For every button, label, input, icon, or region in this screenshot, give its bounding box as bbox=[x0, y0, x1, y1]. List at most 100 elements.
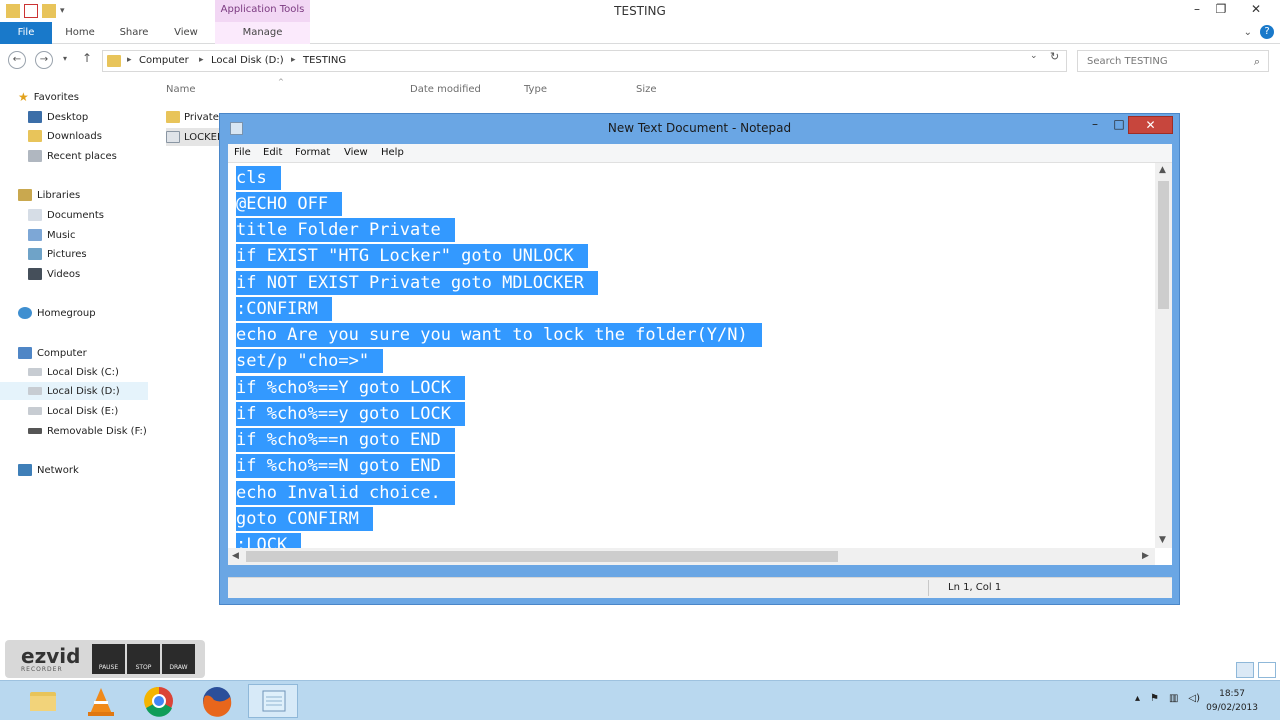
crumb-testing[interactable]: TESTING bbox=[303, 55, 346, 66]
minimize-button[interactable]: – bbox=[1184, 0, 1210, 20]
help-icon[interactable]: ? bbox=[1260, 25, 1274, 39]
nav-music[interactable]: Music bbox=[28, 226, 75, 244]
scroll-up-icon[interactable]: ▲ bbox=[1159, 165, 1166, 175]
menu-file[interactable]: File bbox=[234, 147, 251, 158]
notepad-status-bar: Ln 1, Col 1 bbox=[228, 577, 1172, 598]
flag-icon[interactable]: ⚑ bbox=[1150, 693, 1159, 704]
nav-homegroup[interactable]: Homegroup bbox=[18, 304, 96, 322]
documents-icon bbox=[28, 209, 42, 221]
code-line: if %cho%==y goto LOCK bbox=[236, 402, 465, 426]
details-view-button[interactable] bbox=[1236, 662, 1254, 678]
tab-file[interactable]: File bbox=[0, 22, 52, 44]
nav-favorites[interactable]: ★ Favorites bbox=[18, 88, 79, 106]
nav-local-disk-d[interactable]: Local Disk (D:) bbox=[0, 382, 148, 400]
notepad-close-button[interactable]: ✕ bbox=[1128, 116, 1173, 134]
navigation-pane: ★ Favorites Desktop Downloads Recent pla… bbox=[0, 80, 150, 680]
nav-documents[interactable]: Documents bbox=[28, 206, 104, 224]
scroll-down-icon[interactable]: ▼ bbox=[1159, 535, 1166, 545]
desktop-icon bbox=[28, 111, 42, 123]
crumb-separator[interactable]: ▸ bbox=[199, 55, 204, 65]
notepad-text-area[interactable]: cls @ECHO OFF title Folder Private if EX… bbox=[228, 163, 1172, 565]
code-line: if NOT EXIST Private goto MDLOCKER bbox=[236, 271, 598, 295]
draw-button[interactable]: DRAW bbox=[162, 644, 195, 674]
notepad-title: New Text Document - Notepad bbox=[607, 121, 792, 135]
stop-button[interactable]: STOP bbox=[127, 644, 160, 674]
scroll-right-icon[interactable]: ▶ bbox=[1142, 551, 1149, 561]
crumb-computer[interactable]: Computer bbox=[139, 55, 189, 66]
nav-recent-places[interactable]: Recent places bbox=[28, 147, 117, 165]
chrome-taskbar-button[interactable] bbox=[134, 684, 184, 718]
menu-view[interactable]: View bbox=[344, 147, 368, 158]
address-row: ← → ▾ ↑ ▸ Computer ▸ Local Disk (D:) ▸ T… bbox=[0, 46, 1280, 76]
usb-drive-icon bbox=[28, 428, 42, 434]
notepad-taskbar-button[interactable] bbox=[248, 684, 298, 718]
nav-libraries[interactable]: Libraries bbox=[18, 186, 80, 204]
notepad-window: New Text Document - Notepad – □ ✕ File E… bbox=[219, 113, 1180, 605]
recent-locations-icon[interactable]: ▾ bbox=[63, 54, 67, 63]
nav-pictures[interactable]: Pictures bbox=[28, 245, 87, 263]
tab-share[interactable]: Share bbox=[112, 22, 156, 44]
crumb-separator[interactable]: ▸ bbox=[291, 55, 296, 65]
ezvid-recorder-widget: ezvid RECORDER PAUSE STOP DRAW bbox=[5, 640, 205, 678]
drive-icon bbox=[28, 368, 42, 376]
large-icons-view-button[interactable] bbox=[1258, 662, 1276, 678]
tab-view[interactable]: View bbox=[165, 22, 207, 44]
pause-button[interactable]: PAUSE bbox=[92, 644, 125, 674]
nav-local-disk-c[interactable]: Local Disk (C:) bbox=[28, 363, 119, 381]
horizontal-scrollbar[interactable]: ◀ ▶ bbox=[228, 548, 1155, 565]
forward-button[interactable]: → bbox=[35, 51, 53, 69]
expand-ribbon-icon[interactable]: ⌄ bbox=[1244, 27, 1252, 38]
nav-network[interactable]: Network bbox=[18, 461, 79, 479]
menu-format[interactable]: Format bbox=[295, 147, 330, 158]
close-button[interactable]: ✕ bbox=[1238, 0, 1274, 20]
code-line: cls bbox=[236, 166, 281, 190]
nav-local-disk-e[interactable]: Local Disk (E:) bbox=[28, 402, 118, 420]
homegroup-icon bbox=[18, 307, 32, 319]
videos-icon bbox=[28, 268, 42, 280]
list-item[interactable]: Private bbox=[166, 108, 219, 126]
maximize-button[interactable]: ❐ bbox=[1208, 0, 1234, 20]
menu-edit[interactable]: Edit bbox=[263, 147, 282, 158]
tab-manage[interactable]: Manage bbox=[215, 22, 310, 44]
notepad-titlebar[interactable]: New Text Document - Notepad – □ ✕ bbox=[220, 114, 1179, 144]
nav-removable-disk-f[interactable]: Removable Disk (F:) bbox=[28, 422, 147, 440]
chrome-icon bbox=[144, 686, 173, 717]
crumb-local-disk-d[interactable]: Local Disk (D:) bbox=[211, 55, 284, 66]
clock[interactable]: 18:57 09/02/2013 bbox=[1206, 687, 1258, 715]
show-hidden-icons-icon[interactable]: ▴ bbox=[1135, 693, 1140, 704]
scroll-left-icon[interactable]: ◀ bbox=[232, 551, 239, 561]
firefox-taskbar-button[interactable] bbox=[192, 684, 242, 718]
search-input[interactable]: Search TESTING ⌕ bbox=[1077, 50, 1269, 72]
recent-places-icon bbox=[28, 150, 42, 162]
code-line: if %cho%==n goto END bbox=[236, 428, 455, 452]
nav-videos[interactable]: Videos bbox=[28, 265, 80, 283]
volume-icon[interactable]: ◁) bbox=[1188, 693, 1200, 704]
code-line: goto CONFIRM bbox=[236, 507, 373, 531]
firefox-icon bbox=[203, 687, 232, 717]
vlc-taskbar-button[interactable] bbox=[76, 684, 126, 718]
search-icon[interactable]: ⌕ bbox=[1254, 55, 1260, 69]
nav-computer[interactable]: Computer bbox=[18, 344, 87, 362]
file-explorer-taskbar-button[interactable] bbox=[18, 684, 68, 718]
notepad-minimize-button[interactable]: – bbox=[1082, 116, 1108, 134]
nav-downloads[interactable]: Downloads bbox=[28, 127, 102, 145]
address-dropdown-icon[interactable]: ⌄ bbox=[1030, 51, 1038, 61]
network-status-icon[interactable]: ▥ bbox=[1169, 693, 1178, 704]
column-size[interactable]: Size bbox=[636, 84, 657, 95]
menu-help[interactable]: Help bbox=[381, 147, 404, 158]
tab-home[interactable]: Home bbox=[58, 22, 102, 44]
back-button[interactable]: ← bbox=[8, 51, 26, 69]
horizontal-scroll-thumb[interactable] bbox=[246, 551, 838, 562]
refresh-icon[interactable]: ↻ bbox=[1050, 50, 1059, 63]
address-bar[interactable]: ▸ Computer ▸ Local Disk (D:) ▸ TESTING bbox=[102, 50, 1067, 72]
column-date-modified[interactable]: Date modified bbox=[410, 84, 481, 95]
vertical-scrollbar[interactable]: ▲ ▼ bbox=[1155, 163, 1172, 548]
up-button[interactable]: ↑ bbox=[82, 51, 92, 65]
explorer-titlebar: ▾ Application Tools TESTING – ❐ ✕ bbox=[0, 0, 1280, 22]
column-type[interactable]: Type bbox=[524, 84, 547, 95]
vertical-scroll-thumb[interactable] bbox=[1158, 181, 1169, 309]
crumb-separator[interactable]: ▸ bbox=[127, 55, 132, 65]
nav-desktop[interactable]: Desktop bbox=[28, 108, 88, 126]
libraries-icon bbox=[18, 189, 32, 201]
column-name[interactable]: Name bbox=[166, 84, 196, 95]
